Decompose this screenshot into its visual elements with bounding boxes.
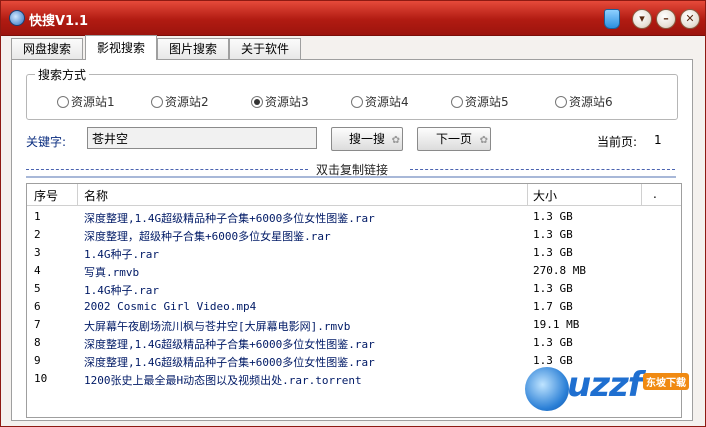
- results-header: 序号 名称 大小 .: [27, 184, 681, 206]
- current-page-value: 1: [654, 133, 662, 147]
- row-size: 1.3 GB: [533, 336, 573, 349]
- row-index: 3: [34, 246, 41, 259]
- table-row[interactable]: 5 1.4G种子.rar 1.3 GB: [27, 280, 681, 298]
- next-page-button[interactable]: 下一页 ✿: [417, 127, 491, 151]
- row-name: 深度整理,1.4G超级精品种子合集+6000多位女性图鉴.rar: [84, 356, 375, 369]
- flower-icon: ✿: [479, 135, 488, 146]
- tab-video-search[interactable]: 影视搜索: [85, 35, 157, 60]
- row-index: 4: [34, 264, 41, 277]
- minimize-button[interactable]: –: [656, 9, 676, 29]
- row-size: 1.3 GB: [533, 282, 573, 295]
- column-divider[interactable]: [527, 184, 528, 205]
- search-method-title: 搜索方式: [35, 66, 90, 83]
- table-row[interactable]: 2 深度整理，超级种子合集+6000多位女星图鉴.rar 1.3 GB: [27, 226, 681, 244]
- row-name: 1.4G种子.rar: [84, 284, 159, 297]
- tab-image-search[interactable]: 图片搜索: [157, 38, 229, 59]
- radio-selected-icon: [251, 96, 263, 108]
- row-name: 深度整理,1.4G超级精品种子合集+6000多位女性图鉴.rar: [84, 212, 375, 225]
- radio-label: 资源站5: [465, 95, 509, 109]
- row-index: 5: [34, 282, 41, 295]
- row-size: 1.3 GB: [533, 246, 573, 259]
- close-button[interactable]: ✕: [680, 9, 700, 29]
- row-size: 1.3 GB: [533, 210, 573, 223]
- watermark-text: uzzf: [567, 365, 643, 405]
- row-name: 写真.rmvb: [84, 266, 140, 279]
- watermark-logo: uzzf 东坡下载: [525, 365, 697, 413]
- row-name: 2002 Cosmic Girl Video.mp4: [84, 300, 257, 313]
- row-index: 1: [34, 210, 41, 223]
- radio-source-3[interactable]: 资源站3: [251, 93, 309, 110]
- window-title: 快搜V1.1: [29, 14, 89, 29]
- radio-source-5[interactable]: 资源站5: [451, 93, 509, 110]
- search-button-label: 搜一搜: [348, 132, 385, 146]
- title-bar[interactable]: 快搜V1.1 ▾ – ✕: [1, 1, 705, 36]
- radio-source-6[interactable]: 资源站6: [555, 93, 613, 110]
- radio-label: 资源站6: [569, 95, 613, 109]
- separator-line-right: [410, 169, 675, 170]
- keyword-label: 关键字:: [26, 135, 67, 149]
- row-name: 深度整理，超级种子合集+6000多位女星图鉴.rar: [84, 230, 331, 243]
- row-name: 深度整理,1.4G超级精品种子合集+6000多位女性图鉴.rar: [84, 338, 375, 351]
- radio-label: 资源站3: [265, 95, 309, 109]
- menu-button[interactable]: ▾: [632, 9, 652, 29]
- tab-netdisk-search[interactable]: 网盘搜索: [11, 38, 83, 59]
- row-name: 1.4G种子.rar: [84, 248, 159, 261]
- search-method-group: 搜索方式 资源站1 资源站2 资源站3 资源站4 资源站5 资源站6: [26, 66, 678, 120]
- row-size: 1.3 GB: [533, 228, 573, 241]
- row-size: 270.8 MB: [533, 264, 586, 277]
- row-index: 8: [34, 336, 41, 349]
- radio-circle-icon: [151, 96, 163, 108]
- radio-source-4[interactable]: 资源站4: [351, 93, 409, 110]
- row-index: 7: [34, 318, 41, 331]
- radio-source-2[interactable]: 资源站2: [151, 93, 209, 110]
- separator-line-left: [26, 169, 308, 170]
- watermark-badge: 东坡下载: [643, 373, 689, 390]
- flower-icon: ✿: [391, 135, 400, 146]
- table-row[interactable]: 4 写真.rmvb 270.8 MB: [27, 262, 681, 280]
- search-button[interactable]: 搜一搜 ✿: [331, 127, 403, 151]
- radio-circle-icon: [57, 96, 69, 108]
- keyword-input[interactable]: 苍井空: [87, 127, 317, 149]
- column-header-size[interactable]: 大小: [533, 187, 557, 204]
- row-size: 1.7 GB: [533, 300, 573, 313]
- next-page-button-label: 下一页: [435, 132, 472, 146]
- row-index: 9: [34, 354, 41, 367]
- radio-label: 资源站4: [365, 95, 409, 109]
- table-row[interactable]: 6 2002 Cosmic Girl Video.mp4 1.7 GB: [27, 298, 681, 316]
- column-header-extra[interactable]: .: [653, 187, 657, 201]
- column-divider[interactable]: [77, 184, 78, 205]
- radio-label: 资源站1: [71, 95, 115, 109]
- tab-about[interactable]: 关于软件: [229, 38, 301, 59]
- row-name: 大屏幕午夜剧场流川枫与苍井空[大屏幕电影网].rmvb: [84, 320, 351, 333]
- separator-bar: [26, 176, 676, 178]
- column-divider[interactable]: [641, 184, 642, 205]
- app-logo-icon: [9, 10, 25, 26]
- column-header-index[interactable]: 序号: [34, 187, 58, 204]
- row-name: 1200张史上最全最H动态图以及视频出处.rar.torrent: [84, 374, 362, 387]
- current-page-label: 当前页:: [597, 135, 638, 149]
- table-row[interactable]: 1 深度整理,1.4G超级精品种子合集+6000多位女性图鉴.rar 1.3 GB: [27, 208, 681, 226]
- app-window: 快搜V1.1 ▾ – ✕ 网盘搜索 影视搜索 图片搜索 关于软件 搜索方式 资源…: [0, 0, 706, 427]
- radio-label: 资源站2: [165, 95, 209, 109]
- radio-circle-icon: [451, 96, 463, 108]
- globe-icon: [525, 367, 569, 411]
- row-size: 19.1 MB: [533, 318, 580, 331]
- table-row[interactable]: 3 1.4G种子.rar 1.3 GB: [27, 244, 681, 262]
- row-index: 2: [34, 228, 41, 241]
- table-row[interactable]: 8 深度整理,1.4G超级精品种子合集+6000多位女性图鉴.rar 1.3 GB: [27, 334, 681, 352]
- skin-icon[interactable]: [604, 9, 620, 29]
- column-header-name[interactable]: 名称: [84, 187, 108, 204]
- radio-circle-icon: [351, 96, 363, 108]
- radio-source-1[interactable]: 资源站1: [57, 93, 115, 110]
- row-index: 10: [34, 372, 48, 385]
- radio-circle-icon: [555, 96, 567, 108]
- table-row[interactable]: 7 大屏幕午夜剧场流川枫与苍井空[大屏幕电影网].rmvb 19.1 MB: [27, 316, 681, 334]
- row-index: 6: [34, 300, 41, 313]
